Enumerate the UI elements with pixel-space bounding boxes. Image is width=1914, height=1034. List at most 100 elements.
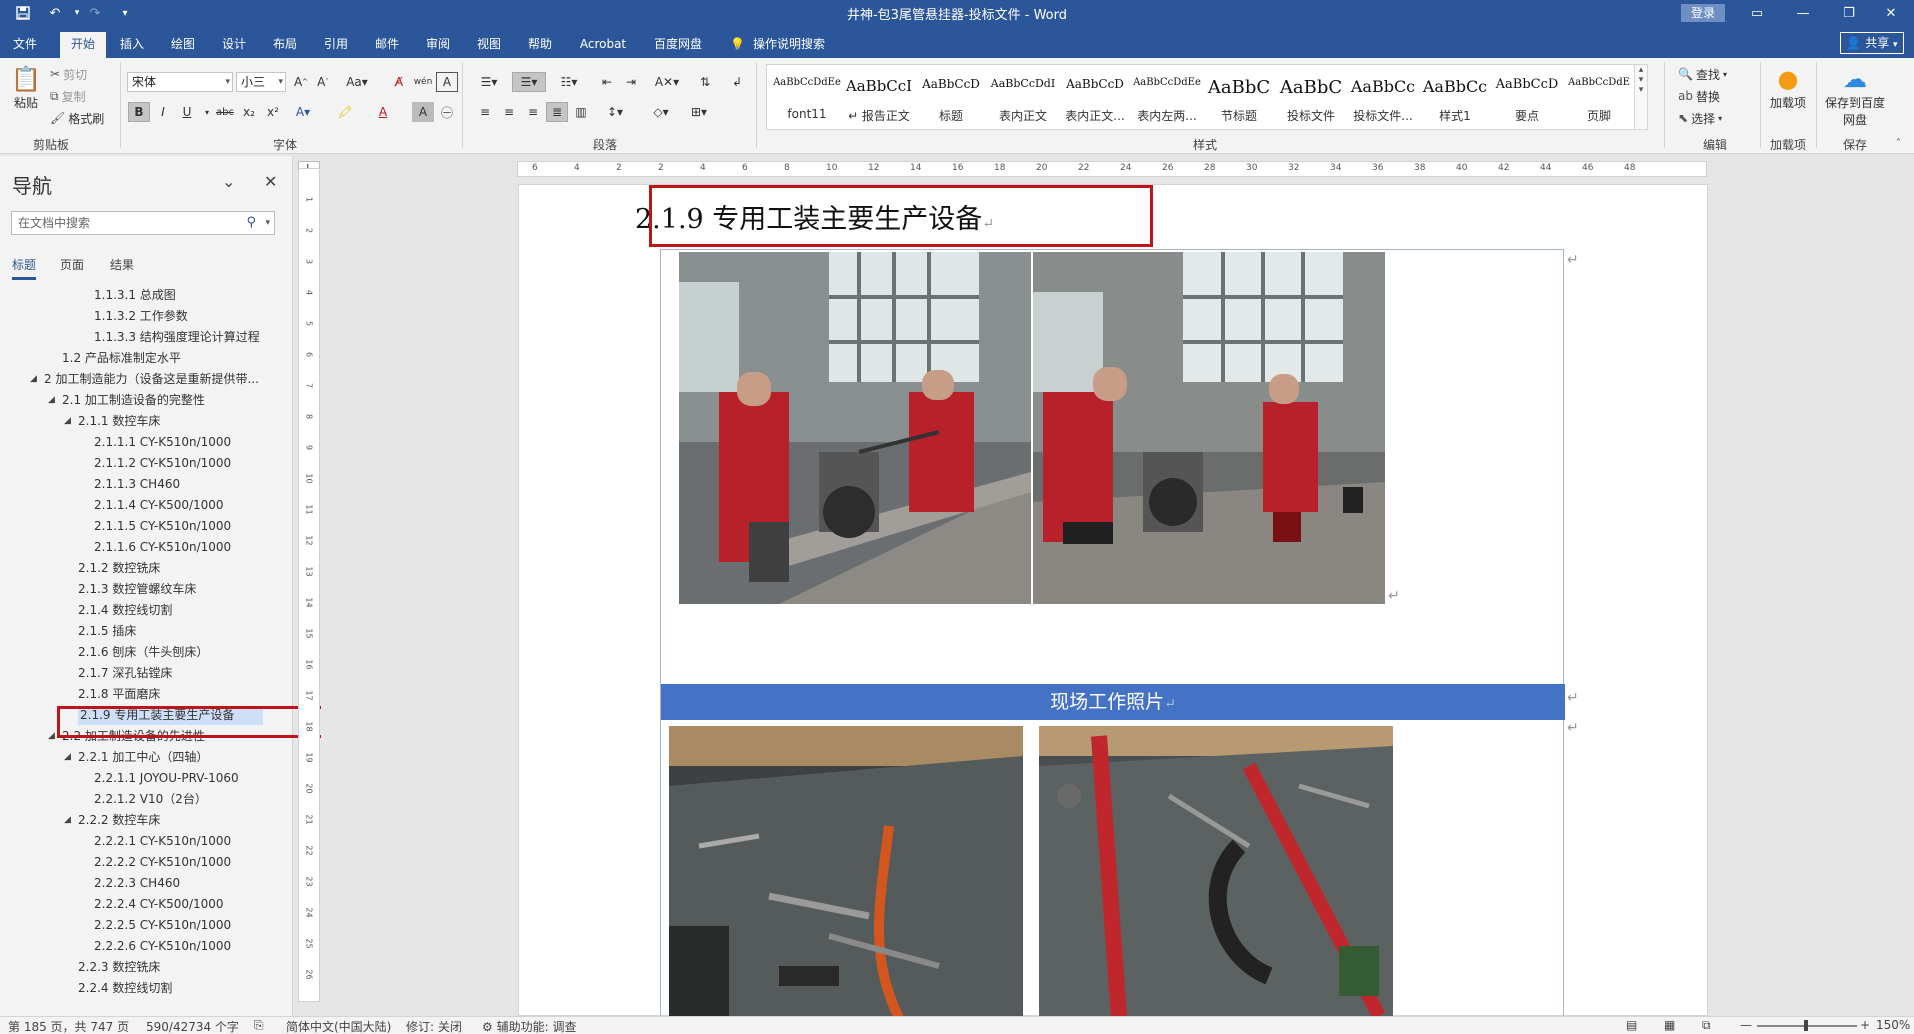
nav-tree-item[interactable]: 2.2.2.5 CY-K510n/1000 [94, 916, 231, 935]
expand-triangle-icon[interactable]: ◢ [64, 412, 71, 431]
tab-design[interactable]: 设计 [214, 32, 254, 58]
copy-button[interactable]: ⧉ 复制 [50, 86, 86, 106]
borders-icon[interactable]: ⊞▾ [684, 102, 714, 122]
photo-caption[interactable]: 现场工作照片↵ [661, 684, 1565, 720]
superscript-button[interactable]: x² [262, 102, 284, 122]
nav-tree-item[interactable]: 2.1.3 数控管螺纹车床 [78, 580, 196, 599]
chevron-down-icon[interactable]: ⌄ [222, 172, 235, 191]
tab-references[interactable]: 引用 [316, 32, 356, 58]
asian-layout-icon[interactable]: A✕▾ [652, 72, 682, 92]
minimize-icon[interactable]: — [1780, 0, 1826, 26]
tools-photo-2[interactable] [1039, 726, 1393, 1018]
ribbon-display-icon[interactable]: ▭ [1734, 0, 1780, 26]
web-layout-icon[interactable]: ⧉ [1702, 1018, 1711, 1033]
expand-triangle-icon[interactable]: ◢ [30, 370, 37, 389]
zoom-out-icon[interactable]: — [1740, 1018, 1752, 1032]
replace-button[interactable]: ab 替换 [1678, 86, 1720, 106]
horizontal-ruler[interactable]: 6 4 2 2 4 6 8 10 12 14 16 18 20 22 24 26 28 30 32 34 36 38 40 4… [517, 161, 1707, 177]
save-icon[interactable] [10, 3, 36, 23]
nav-tree-item[interactable]: 2.2.1.1 JOYOU-PRV-1060 [94, 769, 239, 788]
clear-formatting-icon[interactable]: A̸ [388, 72, 410, 92]
nav-tree-item[interactable]: 2.1.1.5 CY-K510n/1000 [94, 517, 231, 536]
subscript-button[interactable]: x₂ [238, 102, 260, 122]
tab-acrobat[interactable]: Acrobat [572, 32, 634, 58]
tab-help[interactable]: 帮助 [520, 32, 560, 58]
zoom-slider-thumb[interactable] [1804, 1020, 1808, 1031]
workshop-photo-2[interactable] [1033, 252, 1385, 604]
line-spacing-icon[interactable]: ↕▾ [600, 102, 630, 122]
style-item[interactable]: AaBbC 节标题 [1203, 65, 1275, 129]
collapse-ribbon-icon[interactable]: ˄ [1896, 138, 1901, 149]
document-area[interactable]: 2.1.9 专用工装主要生产设备↵ ↵ ↵ 现场工作照片↵ ↵ ↵ [321, 178, 1914, 1018]
nav-tree-item[interactable]: 2.1.1.2 CY-K510n/1000 [94, 454, 231, 473]
style-item[interactable]: AaBbCcD 标题 [915, 65, 987, 129]
style-item[interactable]: AaBbCcD 要点 [1491, 65, 1563, 129]
accessibility-button[interactable]: ⚙ 辅助功能: 调查 [482, 1018, 576, 1034]
nav-tree-item[interactable]: ◢ 2.2.1 加工中心（四轴） [64, 748, 208, 767]
change-case-icon[interactable]: Aa▾ [342, 72, 372, 92]
style-item[interactable]: AaBbCcI ↵ 报告正文 [843, 65, 915, 129]
close-icon[interactable]: ✕ [1868, 0, 1914, 26]
character-shading-icon[interactable]: A [412, 102, 434, 122]
increase-indent-icon[interactable]: ⇥ [620, 72, 642, 92]
select-button[interactable]: ⬉ 选择 ▾ [1678, 108, 1722, 128]
share-button[interactable]: 👤 共享 ▾ [1840, 32, 1904, 54]
font-size-box[interactable]: 小三 ▾ [236, 72, 286, 92]
decrease-indent-icon[interactable]: ⇤ [596, 72, 618, 92]
highlight-color-icon[interactable]: 🖍 [334, 102, 356, 122]
sort-icon[interactable]: ⇅ [694, 72, 716, 92]
photo-table[interactable]: ↵ ↵ 现场工作照片↵ ↵ ↵ [660, 249, 1579, 1018]
nav-tab-results[interactable]: 结果 [110, 256, 134, 273]
grow-font-icon[interactable]: A ^ [290, 72, 312, 92]
nav-tree-item[interactable]: 1.1.3.2 工作参数 [94, 307, 188, 326]
underline-button[interactable]: U [176, 102, 198, 122]
tab-file[interactable]: 文件 [6, 32, 44, 58]
align-right-icon[interactable]: ≡ [522, 102, 544, 122]
nav-tree-item[interactable]: 2.1.1.6 CY-K510n/1000 [94, 538, 231, 557]
status-page[interactable]: 第 185 页，共 747 页 [8, 1018, 129, 1034]
shrink-font-icon[interactable]: Aˇ [312, 72, 334, 92]
style-item[interactable]: AaBbCcDdE 页脚 [1563, 65, 1635, 129]
distributed-icon[interactable]: ▥ [570, 102, 592, 122]
expand-triangle-icon[interactable]: ◢ [64, 748, 71, 767]
strikethrough-button[interactable]: abc [214, 102, 236, 122]
zoom-in-icon[interactable]: + [1860, 1018, 1870, 1032]
expand-triangle-icon[interactable]: ◢ [48, 391, 55, 410]
shading-icon[interactable]: ◇▾ [646, 102, 676, 122]
nav-tree-item[interactable]: 2.1.6 刨床（牛头刨床） [78, 643, 208, 662]
expand-triangle-icon[interactable]: ◢ [64, 811, 71, 830]
format-painter-button[interactable]: 🖌 格式刷 [50, 108, 104, 128]
nav-tree-item[interactable]: ◢ 2.2.2 数控车床 [64, 811, 160, 830]
tell-me-search[interactable]: 💡 操作说明搜索 [730, 32, 825, 56]
character-border-icon[interactable]: A [436, 72, 458, 92]
nav-tree-item[interactable]: 2.1.8 平面磨床 [78, 685, 160, 704]
nav-tree-item[interactable]: 2.2.3 数控铣床 [78, 958, 160, 977]
nav-tree-item[interactable]: 2.1.1.4 CY-K500/1000 [94, 496, 224, 515]
style-item[interactable]: AaBbCc 样式1 [1419, 65, 1491, 129]
read-mode-icon[interactable]: ▤ [1626, 1018, 1637, 1032]
bold-button[interactable]: B [128, 102, 150, 122]
nav-tab-headings[interactable]: 标题 [12, 256, 37, 280]
style-item[interactable]: AaBbC 投标文件 [1275, 65, 1347, 129]
status-words[interactable]: 590/42734 个字 [146, 1018, 239, 1034]
enclose-characters-icon[interactable]: ㊀ [436, 102, 458, 122]
paste-button[interactable]: 📋 粘贴 [6, 64, 46, 111]
tab-draw[interactable]: 绘图 [163, 32, 203, 58]
zoom-level[interactable]: 150% [1876, 1018, 1910, 1032]
multilevel-list-icon[interactable]: ☷▾ [554, 72, 584, 92]
status-language[interactable]: 简体中文(中国大陆) [286, 1018, 391, 1034]
document-page[interactable]: 2.1.9 专用工装主要生产设备↵ ↵ ↵ 现场工作照片↵ ↵ ↵ [518, 184, 1708, 1018]
align-left-icon[interactable]: ≡ [474, 102, 496, 122]
tab-layout[interactable]: 布局 [265, 32, 305, 58]
nav-tree-item[interactable]: 2.1.1.3 CH460 [94, 475, 180, 494]
status-track-changes[interactable]: 修订: 关闭 [406, 1018, 462, 1034]
print-layout-icon[interactable]: ▦ [1664, 1018, 1675, 1032]
tab-mailings[interactable]: 邮件 [367, 32, 407, 58]
proofing-icon[interactable]: ⎘ [254, 1018, 264, 1033]
nav-tree-item[interactable]: 2.2.2.2 CY-K510n/1000 [94, 853, 231, 872]
tab-review[interactable]: 审阅 [418, 32, 458, 58]
align-center-icon[interactable]: ≡ [498, 102, 520, 122]
style-item[interactable]: AaBbCcDdEe 表内左两... [1131, 65, 1203, 129]
nav-tree-item[interactable]: 2.2.2.1 CY-K510n/1000 [94, 832, 231, 851]
font-color-icon[interactable]: A [372, 102, 394, 122]
